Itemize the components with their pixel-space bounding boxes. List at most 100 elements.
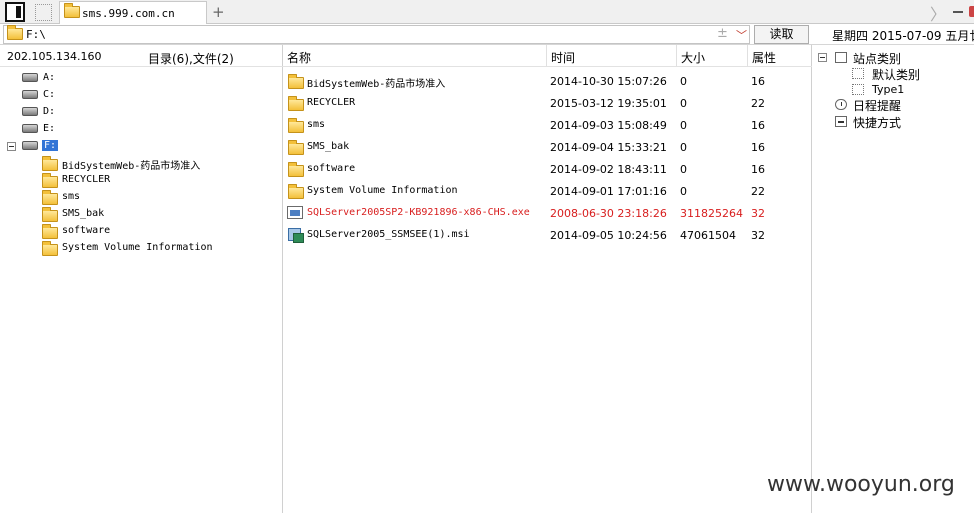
address-bar: ± ﹀ 读取 星期四 2015-07-09 五月廿	[0, 24, 974, 45]
tree-drive-d[interactable]: D:	[22, 105, 82, 121]
file-name: software	[307, 163, 356, 174]
tree-label: 快捷方式	[853, 116, 902, 130]
tree-folder[interactable]: System Volume Information	[42, 241, 272, 257]
tree-drive-c[interactable]: C:	[22, 88, 82, 104]
folder-icon	[7, 25, 23, 40]
directory-count: 目录(6),文件(2)	[148, 52, 234, 66]
folder-label: RECYCLER	[62, 174, 111, 185]
tree-schedule[interactable]: 日程提醒	[835, 97, 965, 113]
file-attr: 32	[751, 229, 765, 242]
tree-shortcut[interactable]: 快捷方式	[835, 114, 965, 130]
path-input[interactable]	[26, 27, 706, 42]
table-row[interactable]: BidSystemWeb-药品市场准入 2014-10-30 15:07:26 …	[283, 70, 812, 92]
column-header-attr[interactable]: 属性	[748, 45, 812, 67]
file-attr: 22	[751, 185, 765, 198]
file-list-panel: 名称 时间 大小 属性 BidSystemWeb-药品市场准入 2014-10-…	[283, 45, 812, 513]
column-header-size[interactable]: 大小	[677, 45, 748, 67]
table-row[interactable]: SQLServer2005_SSMSEE(1).msi 2014-09-05 1…	[283, 224, 812, 246]
table-row[interactable]: System Volume Information 2014-09-01 17:…	[283, 180, 812, 202]
tree-folder[interactable]: RECYCLER	[42, 173, 272, 189]
folder-icon	[288, 118, 304, 133]
tab-title: sms.999.com.cn	[82, 7, 175, 20]
tree-header: 202.105.134.160 目录(6),文件(2)	[0, 45, 283, 67]
file-time: 2015-03-12 19:35:01	[550, 97, 667, 110]
drive-icon	[22, 90, 38, 99]
collapse-toggle-icon[interactable]	[7, 142, 16, 151]
drive-label: A:	[43, 72, 56, 83]
tree-type1[interactable]: Type1	[852, 82, 972, 98]
tree-folder[interactable]: software	[42, 224, 272, 240]
file-time: 2008-06-30 23:18:26	[550, 207, 667, 220]
drive-icon	[22, 73, 38, 82]
tree-label: 默认类别	[872, 68, 921, 82]
folder-icon	[288, 140, 304, 155]
folder-label: SMS_bak	[62, 208, 105, 219]
tree-label: 站点类别	[853, 52, 902, 66]
drive-label: C:	[43, 89, 56, 100]
tree-site-category[interactable]: 站点类别	[818, 50, 968, 66]
file-time: 2014-09-01 17:01:16	[550, 185, 667, 198]
drive-label: D:	[43, 106, 56, 117]
file-size: 0	[680, 141, 687, 154]
tree-label: 日程提醒	[853, 99, 902, 113]
folder-icon	[42, 190, 58, 205]
folder-icon	[42, 241, 58, 256]
tree-drive-e[interactable]: E:	[22, 122, 82, 138]
category-icon	[852, 84, 864, 95]
minimize-button[interactable]	[953, 11, 963, 13]
file-name: RECYCLER	[307, 97, 356, 108]
directory-tree-panel: 202.105.134.160 目录(6),文件(2) A: C: D: E: …	[0, 45, 283, 513]
folder-icon	[42, 156, 58, 171]
chevron-down-icon[interactable]: ﹀	[736, 27, 747, 43]
blank-tab-button[interactable]	[35, 4, 52, 21]
file-attr: 32	[751, 207, 765, 220]
panel-toggle-button[interactable]	[5, 2, 25, 22]
column-header-time[interactable]: 时间	[547, 45, 677, 67]
tab-site[interactable]: sms.999.com.cn	[59, 1, 207, 24]
table-row[interactable]: software 2014-09-02 18:43:11 0 16	[283, 158, 812, 180]
tree-folder[interactable]: BidSystemWeb-药品市场准入	[42, 156, 272, 172]
category-icon	[835, 52, 847, 63]
file-attr: 16	[751, 119, 765, 132]
file-time: 2014-09-03 15:08:49	[550, 119, 667, 132]
table-row[interactable]: SMS_bak 2014-09-04 15:33:21 0 16	[283, 136, 812, 158]
msi-icon	[287, 227, 304, 243]
file-size: 0	[680, 185, 687, 198]
drive-label: E:	[43, 123, 56, 134]
folder-icon	[288, 74, 304, 89]
tree-drive-a[interactable]: A:	[22, 71, 82, 87]
forward-arrow-icon[interactable]: 〉	[930, 1, 946, 25]
file-time: 2014-09-05 10:24:56	[550, 229, 667, 242]
server-ip: 202.105.134.160	[7, 50, 102, 63]
file-size: 0	[680, 75, 687, 88]
read-button[interactable]: 读取	[754, 25, 809, 44]
category-icon	[852, 68, 864, 79]
table-row[interactable]: SQLServer2005SP2-KB921896-x86-CHS.exe 20…	[283, 202, 812, 224]
file-time: 2014-09-04 15:33:21	[550, 141, 667, 154]
close-button[interactable]	[969, 6, 974, 17]
folder-icon	[42, 224, 58, 239]
add-tab-button[interactable]: +	[212, 3, 225, 21]
shortcut-icon	[835, 116, 847, 127]
tree-label: Type1	[872, 83, 905, 96]
file-size: 0	[680, 163, 687, 176]
category-panel: 站点类别 默认类别 Type1 日程提醒 快捷方式	[812, 45, 974, 513]
table-row[interactable]: sms 2014-09-03 15:08:49 0 16	[283, 114, 812, 136]
file-size: 311825264	[680, 207, 743, 220]
watermark: www.wooyun.org	[767, 472, 955, 497]
plus-minus-icon[interactable]: ±	[717, 26, 728, 41]
date-display: 星期四 2015-07-09 五月廿	[832, 29, 974, 43]
tree-default-category[interactable]: 默认类别	[852, 66, 972, 82]
table-row[interactable]: RECYCLER 2015-03-12 19:35:01 0 22	[283, 92, 812, 114]
file-attr: 22	[751, 97, 765, 110]
folder-icon	[288, 162, 304, 177]
tree-folder[interactable]: SMS_bak	[42, 207, 272, 223]
folder-icon	[288, 184, 304, 199]
tree-drive-f[interactable]: F:	[7, 139, 87, 155]
collapse-toggle-icon[interactable]	[818, 53, 827, 62]
column-header-name[interactable]: 名称	[283, 45, 547, 67]
folder-icon	[288, 96, 304, 111]
tree-folder[interactable]: sms	[42, 190, 272, 206]
drive-icon	[22, 107, 38, 116]
folder-label: System Volume Information	[62, 242, 213, 253]
